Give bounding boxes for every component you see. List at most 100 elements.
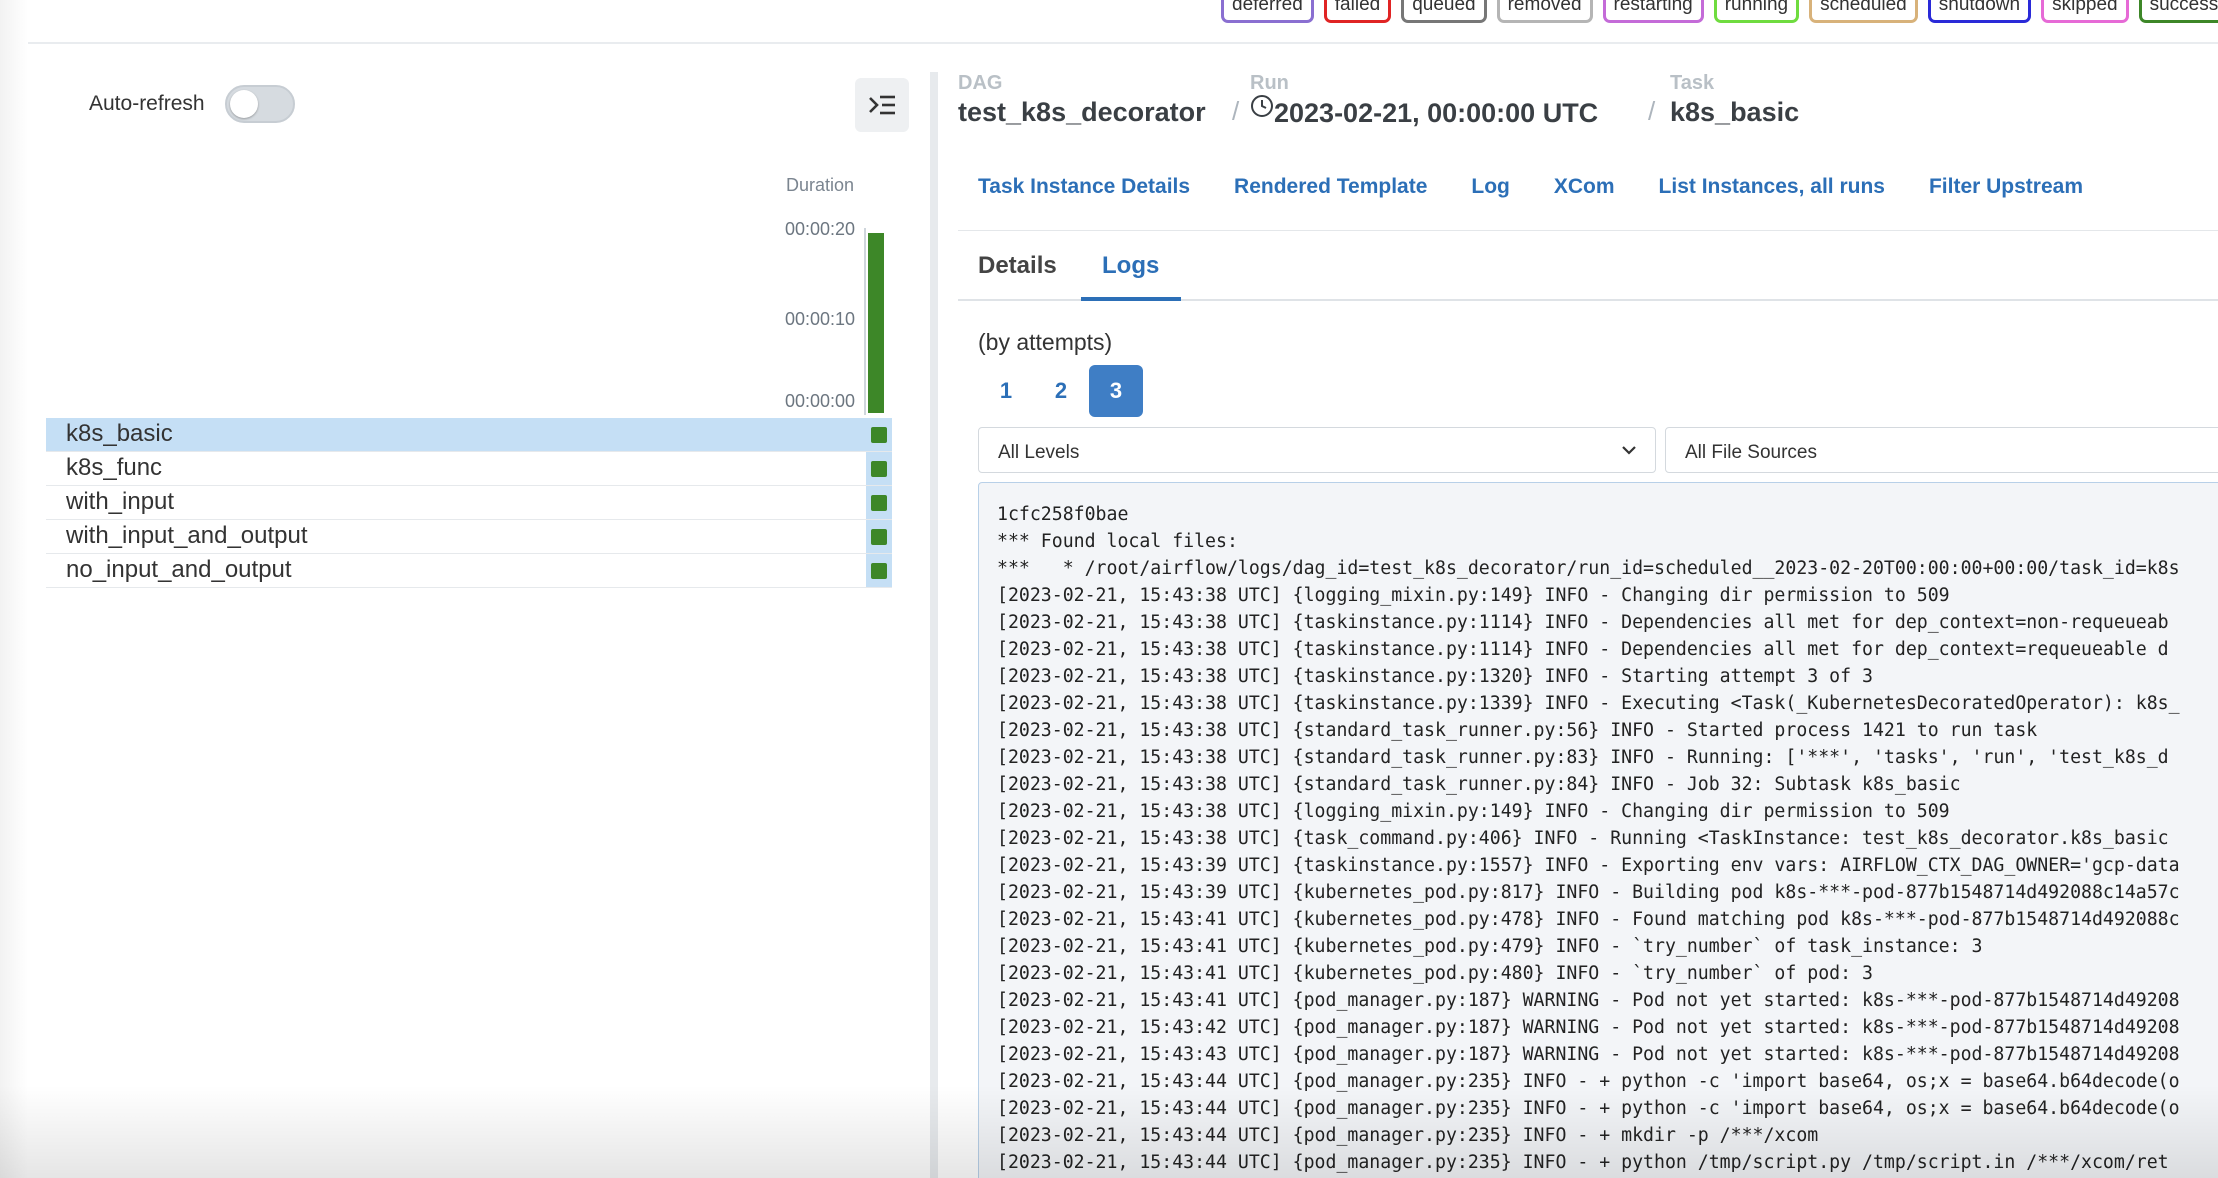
breadcrumb-separator: /	[1232, 96, 1240, 126]
duration-tick: 00:00:10	[785, 309, 856, 329]
breadcrumb-run-value: 2023-02-21, 00:00:00 UTC	[1274, 98, 1599, 128]
task-name: with_input_and_output	[66, 522, 308, 549]
breadcrumb-task[interactable]: Task k8s_basic	[1670, 72, 1799, 130]
task-name: k8s_func	[66, 454, 163, 481]
state-badge-running: running	[1713, 0, 1800, 23]
nav-divider	[958, 230, 2218, 231]
state-legend: deferred failed queued removed restarting run…	[1221, 0, 2218, 23]
log-line: [2023-02-21, 15:43:41 UTC] {kubernetes_p…	[997, 936, 1983, 957]
dag-run-duration-bar[interactable]	[868, 233, 884, 413]
state-badge-shutdown: shutdown	[1927, 0, 2032, 23]
duration-axis	[864, 228, 866, 415]
task-nav-links: Task Instance Details Rendered Template …	[978, 175, 2127, 199]
log-line: [2023-02-21, 15:43:38 UTC] {standard_tas…	[997, 747, 2169, 768]
breadcrumb-dag[interactable]: DAG test_k8s_decorator	[958, 72, 1206, 130]
state-badge-restarting: restarting	[1602, 0, 1704, 23]
attempt-button-2[interactable]: 2	[1034, 365, 1088, 417]
task-row[interactable]: with_input_and_output	[46, 520, 892, 554]
collapse-panel-button[interactable]	[855, 78, 909, 132]
task-row[interactable]: k8s_func	[46, 452, 892, 486]
nav-log[interactable]: Log	[1471, 175, 1509, 199]
by-attempts-label: (by attempts)	[978, 329, 1113, 355]
nav-filter-upstream[interactable]: Filter Upstream	[1929, 175, 2083, 199]
panel-resize-handle[interactable]	[930, 72, 938, 1178]
log-line: [2023-02-21, 15:43:38 UTC] {standard_tas…	[997, 774, 1961, 795]
task-name: no_input_and_output	[66, 556, 292, 583]
task-status-square[interactable]	[871, 426, 887, 443]
auto-refresh-toggle[interactable]	[225, 85, 295, 123]
log-line: *** * /root/airflow/logs/dag_id=test_k8s…	[997, 558, 2180, 579]
breadcrumb-dag-label: DAG	[958, 72, 1003, 94]
clock-icon	[1251, 95, 1273, 117]
breadcrumb-separator: /	[1648, 96, 1656, 126]
breadcrumb-dag-value: test_k8s_decorator	[958, 97, 1206, 127]
file-source-value: All File Sources	[1685, 442, 1817, 463]
breadcrumb-run[interactable]: Run 2023-02-21, 00:00:00 UTC	[1250, 72, 1598, 131]
state-badge-queued: queued	[1401, 0, 1487, 23]
state-badge-removed: removed	[1496, 0, 1593, 23]
attempt-button-3[interactable]: 3	[1089, 365, 1143, 417]
nav-task-instance-details[interactable]: Task Instance Details	[978, 175, 1190, 199]
log-line: [2023-02-21, 15:43:44 UTC] {pod_manager.…	[997, 1152, 2169, 1173]
log-line: [2023-02-21, 15:43:38 UTC] {task_command…	[997, 828, 2169, 849]
attempt-button-1[interactable]: 1	[979, 365, 1033, 417]
nav-xcom[interactable]: XCom	[1554, 175, 1615, 199]
log-line: [2023-02-21, 15:43:38 UTC] {taskinstance…	[997, 612, 2169, 633]
task-row[interactable]: with_input	[46, 486, 892, 520]
toggle-knob	[230, 90, 258, 118]
task-name: k8s_basic	[66, 420, 173, 447]
tab-details[interactable]: Details	[978, 252, 1057, 280]
app-window: deferred failed queued removed restarting run…	[0, 0, 2218, 1178]
task-instance-cell[interactable]	[866, 418, 892, 451]
state-badge-failed: failed	[1323, 0, 1392, 23]
log-line: *** Found local files:	[997, 531, 1238, 552]
duration-tick: 00:00:00	[785, 391, 856, 411]
collapse-panel-icon	[869, 95, 895, 115]
log-output[interactable]: 1cfc258f0bae *** Found local files: *** * …	[978, 482, 2218, 1178]
state-badge-success: success	[2138, 0, 2218, 23]
log-line: [2023-02-21, 15:43:38 UTC] {logging_mixi…	[997, 585, 1950, 606]
log-line: [2023-02-21, 15:43:38 UTC] {taskinstance…	[997, 639, 2169, 660]
breadcrumb-task-value: k8s_basic	[1670, 97, 1800, 127]
state-badge-skipped: skipped	[2041, 0, 2129, 23]
nav-list-instances[interactable]: List Instances, all runs	[1659, 175, 1885, 199]
log-line: [2023-02-21, 15:43:38 UTC] {standard_tas…	[997, 720, 2038, 741]
log-line: [2023-02-21, 15:43:43 UTC] {pod_manager.…	[997, 1044, 2180, 1065]
task-status-square[interactable]	[871, 528, 887, 545]
log-line: [2023-02-21, 15:43:38 UTC] {taskinstance…	[997, 693, 2180, 714]
log-line: [2023-02-21, 15:43:41 UTC] {kubernetes_p…	[997, 909, 2180, 930]
active-tab-indicator	[1081, 297, 1181, 301]
duration-label: Duration	[786, 175, 855, 195]
task-row[interactable]: k8s_basic	[46, 418, 892, 452]
task-status-square[interactable]	[871, 562, 887, 579]
log-line: [2023-02-21, 15:43:44 UTC] {pod_manager.…	[997, 1098, 2180, 1119]
log-level-select[interactable]: All Levels	[978, 427, 1656, 473]
state-badge-deferred: deferred	[1221, 0, 1314, 23]
log-line: [2023-02-21, 15:43:41 UTC] {kubernetes_p…	[997, 963, 1873, 984]
log-line: [2023-02-21, 15:43:44 UTC] {pod_manager.…	[997, 1071, 2180, 1092]
nav-rendered-template[interactable]: Rendered Template	[1234, 175, 1427, 199]
task-instance-cell[interactable]	[866, 452, 892, 485]
log-line: [2023-02-21, 15:43:38 UTC] {logging_mixi…	[997, 801, 1950, 822]
task-status-square[interactable]	[871, 460, 887, 477]
task-row[interactable]: no_input_and_output	[46, 554, 892, 588]
header-divider	[28, 42, 2218, 44]
log-line: [2023-02-21, 15:43:39 UTC] {taskinstance…	[997, 855, 2180, 876]
task-list: k8s_basic k8s_func with_input with_input_an…	[46, 418, 892, 588]
task-instance-cell[interactable]	[866, 554, 892, 587]
log-line: [2023-02-21, 15:43:42 UTC] {pod_manager.…	[997, 1017, 2180, 1038]
task-status-square[interactable]	[871, 494, 887, 511]
auto-refresh-label: Auto-refresh	[89, 92, 205, 115]
file-source-select[interactable]: All File Sources	[1665, 427, 2218, 473]
tab-logs[interactable]: Logs	[1102, 252, 1159, 280]
log-line: 1cfc258f0bae	[997, 504, 1129, 525]
task-instance-cell[interactable]	[866, 486, 892, 519]
breadcrumb-run-row: 2023-02-21, 00:00:00 UTC	[1250, 94, 1598, 131]
task-name: with_input	[66, 488, 175, 515]
chevron-down-icon	[1622, 446, 1636, 455]
task-instance-cell[interactable]	[866, 520, 892, 553]
log-line: [2023-02-21, 15:43:41 UTC] {pod_manager.…	[997, 990, 2180, 1011]
log-line: [2023-02-21, 15:43:44 UTC] {pod_manager.…	[997, 1125, 1819, 1146]
breadcrumb-task-label: Task	[1670, 72, 1715, 94]
log-line: [2023-02-21, 15:43:39 UTC] {kubernetes_p…	[997, 882, 2180, 903]
